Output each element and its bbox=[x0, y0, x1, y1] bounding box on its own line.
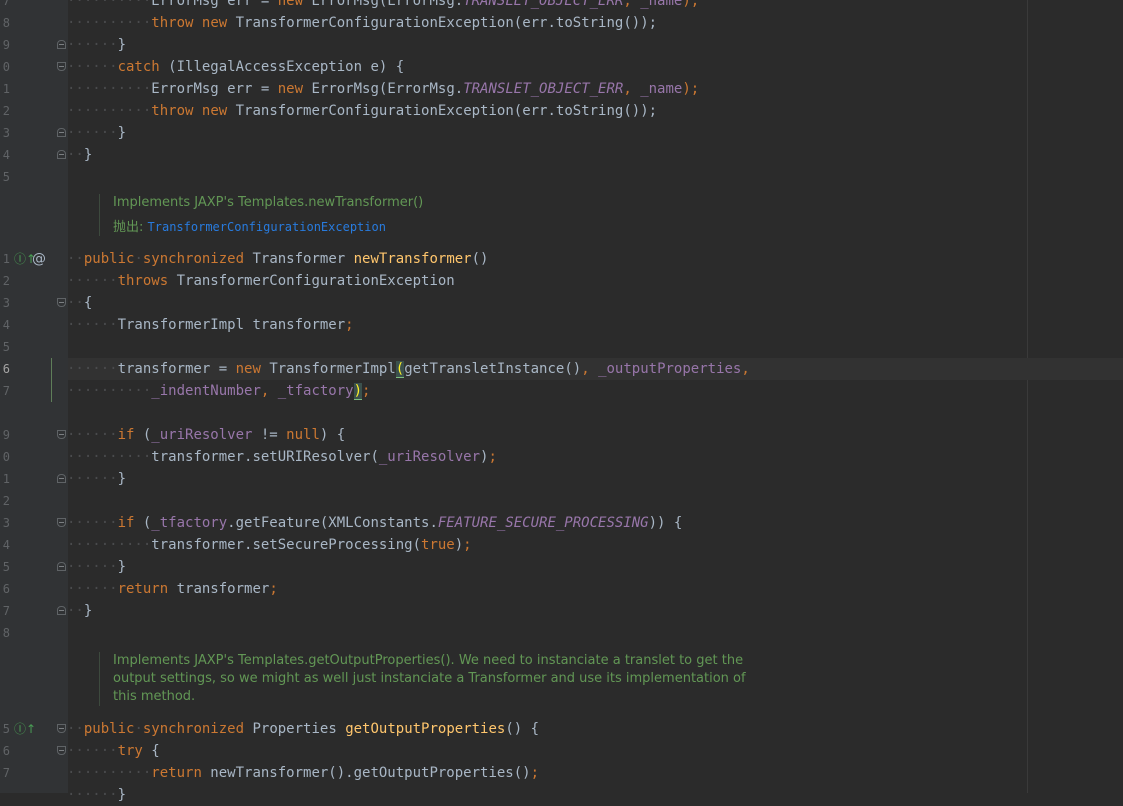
line-number: 9 bbox=[2, 38, 10, 52]
code-line[interactable]: ··········transformer.setURIResolver(_ur… bbox=[67, 446, 497, 468]
implements-method-icon[interactable]: Ⓘ↑ bbox=[14, 718, 36, 740]
code-line[interactable]: ······catch (IllegalAccessException e) { bbox=[67, 56, 404, 78]
code-line[interactable]: ······} bbox=[67, 468, 126, 490]
code-line-current[interactable]: ······transformer = new TransformerImpl(… bbox=[67, 358, 750, 380]
line-number: 7 bbox=[2, 0, 10, 8]
code-line[interactable]: ··········ErrorMsg err = new ErrorMsg(Er… bbox=[67, 78, 699, 100]
right-margin-guide bbox=[1027, 0, 1028, 793]
code-line[interactable]: ······if (_tfactory.getFeature(XMLConsta… bbox=[67, 512, 682, 534]
throws-label: 抛出: bbox=[113, 220, 144, 235]
code-line[interactable]: ··········throw new TransformerConfigura… bbox=[67, 100, 657, 122]
line-number: 7 bbox=[2, 766, 10, 780]
fold-marker-icon[interactable] bbox=[57, 746, 66, 755]
editor-gutter bbox=[0, 0, 68, 793]
line-number: 0 bbox=[2, 450, 10, 464]
line-number: 3 bbox=[2, 296, 10, 310]
line-number: 2 bbox=[2, 104, 10, 118]
line-number-current: 6 bbox=[2, 362, 10, 376]
line-number: 6 bbox=[2, 582, 10, 596]
fold-marker-icon[interactable] bbox=[57, 298, 66, 307]
line-number: 5 bbox=[2, 340, 10, 354]
line-number: 3 bbox=[2, 516, 10, 530]
line-number: 1 bbox=[2, 252, 10, 266]
code-line[interactable]: ······try { bbox=[67, 740, 160, 762]
change-marker[interactable] bbox=[51, 358, 52, 402]
fold-marker-icon[interactable] bbox=[57, 150, 66, 159]
line-number: 0 bbox=[2, 60, 10, 74]
fold-marker-icon[interactable] bbox=[57, 128, 66, 137]
line-number: 4 bbox=[2, 538, 10, 552]
line-number: 8 bbox=[2, 16, 10, 30]
fold-marker-icon[interactable] bbox=[57, 474, 66, 483]
line-number: 9 bbox=[2, 428, 10, 442]
exception-link[interactable]: TransformerConfigurationException bbox=[148, 220, 386, 234]
line-number: 2 bbox=[2, 494, 10, 508]
fold-marker-icon[interactable] bbox=[57, 562, 66, 571]
line-number: 4 bbox=[2, 148, 10, 162]
code-line[interactable]: ······} bbox=[67, 122, 126, 144]
fold-marker-icon[interactable] bbox=[57, 62, 66, 71]
line-number: 3 bbox=[2, 126, 10, 140]
line-number: 2 bbox=[2, 274, 10, 288]
code-line[interactable]: ······} bbox=[67, 784, 126, 806]
code-line[interactable]: ······throws TransformerConfigurationExc… bbox=[67, 270, 455, 292]
code-line[interactable]: ··········return newTransformer().getOut… bbox=[67, 762, 539, 784]
line-number: 5 bbox=[2, 170, 10, 184]
line-number: 6 bbox=[2, 744, 10, 758]
code-line[interactable]: ······TransformerImpl transformer; bbox=[67, 314, 354, 336]
code-line[interactable]: ······if (_uriResolver != null) { bbox=[67, 424, 345, 446]
line-number: 7 bbox=[2, 384, 10, 398]
fold-marker-icon[interactable] bbox=[57, 724, 66, 733]
code-line[interactable]: ··········_indentNumber, _tfactory); bbox=[67, 380, 370, 402]
doc-comment: Implements JAXP's Templates.newTransform… bbox=[99, 194, 423, 236]
code-line[interactable]: ······} bbox=[67, 34, 126, 56]
fold-marker-icon[interactable] bbox=[57, 518, 66, 527]
doc-comment: Implements JAXP's Templates.getOutputPro… bbox=[99, 652, 746, 706]
line-number: 4 bbox=[2, 318, 10, 332]
code-line[interactable]: ······return transformer; bbox=[67, 578, 278, 600]
line-number: 1 bbox=[2, 472, 10, 486]
code-line[interactable]: ······} bbox=[67, 556, 126, 578]
line-number: 1 bbox=[2, 82, 10, 96]
code-line[interactable]: ··········throw new TransformerConfigura… bbox=[67, 12, 657, 34]
code-line[interactable]: ··} bbox=[67, 144, 92, 166]
code-line[interactable]: ··{ bbox=[67, 292, 92, 314]
code-line[interactable]: ··········transformer.setSecureProcessin… bbox=[67, 534, 472, 556]
code-line[interactable]: ··········ErrorMsg err = new ErrorMsg(Er… bbox=[67, 0, 699, 12]
fold-marker-icon[interactable] bbox=[57, 40, 66, 49]
code-line[interactable]: ··public·synchronized Transformer newTra… bbox=[67, 248, 488, 270]
line-number: 5 bbox=[2, 722, 10, 736]
line-number: 5 bbox=[2, 560, 10, 574]
line-number: 7 bbox=[2, 604, 10, 618]
annotation-icon[interactable]: @ bbox=[32, 248, 46, 270]
code-line[interactable]: ··} bbox=[67, 600, 92, 622]
code-line[interactable]: ··public·synchronized Properties getOutp… bbox=[67, 718, 539, 740]
fold-marker-icon[interactable] bbox=[57, 430, 66, 439]
line-number: 8 bbox=[2, 626, 10, 640]
doc-comment-text: Implements JAXP's Templates.getOutputPro… bbox=[113, 653, 744, 668]
doc-comment-text: output settings, so we might as well jus… bbox=[113, 671, 746, 686]
fold-marker-icon[interactable] bbox=[57, 606, 66, 615]
doc-comment-text: Implements JAXP's Templates.newTransform… bbox=[113, 195, 424, 210]
doc-comment-text: this method. bbox=[113, 689, 196, 704]
